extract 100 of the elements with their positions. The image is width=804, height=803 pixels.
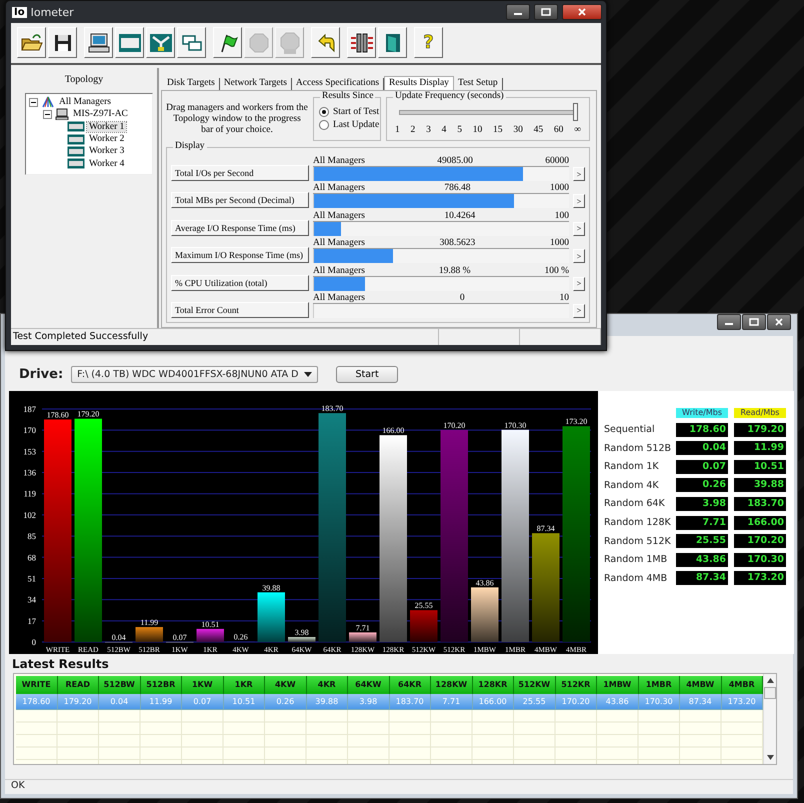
scroll-thumb[interactable] bbox=[764, 687, 776, 699]
vertical-scrollbar[interactable] bbox=[763, 674, 776, 764]
tree-item[interactable]: All Managers bbox=[57, 97, 113, 108]
table-cell: 43.86 bbox=[597, 694, 638, 710]
disk-drive-icon bbox=[67, 121, 85, 132]
table-cell: 3.98 bbox=[348, 694, 390, 710]
slider-tick-label: 45 bbox=[534, 125, 544, 135]
collapse-toggle-icon[interactable] bbox=[43, 110, 52, 119]
metric-button[interactable]: Maximum I/O Response Time (ms) bbox=[171, 247, 309, 264]
metric-button[interactable]: Average I/O Response Time (ms) bbox=[171, 220, 309, 236]
metric-button[interactable]: Total I/Os per Second bbox=[171, 165, 309, 181]
read-column-header: Read/Mbs bbox=[734, 408, 786, 418]
toolbar-button[interactable] bbox=[17, 27, 46, 58]
table-cell: 183.70 bbox=[390, 694, 431, 710]
minimize-button[interactable] bbox=[506, 4, 530, 20]
metric-value: 0 bbox=[460, 292, 465, 303]
computer-icon bbox=[88, 32, 110, 52]
write-value-display: 0.04 bbox=[676, 441, 728, 456]
close-button[interactable] bbox=[767, 314, 791, 330]
y-axis-tick-label: 0 bbox=[32, 637, 36, 647]
start-button[interactable]: Start bbox=[336, 366, 398, 382]
radio-option[interactable]: Start of Test bbox=[319, 107, 380, 117]
read-value-display: 173.20 bbox=[734, 571, 786, 586]
slider-thumb[interactable] bbox=[573, 103, 578, 121]
slider-tick-label: 2 bbox=[410, 125, 416, 135]
bar-value-label: 3.98 bbox=[294, 628, 309, 638]
expand-button[interactable]: > bbox=[573, 276, 585, 291]
table-cell: 178.60 bbox=[16, 694, 58, 710]
maximize-button[interactable] bbox=[742, 314, 766, 330]
metric-max: 100 % bbox=[544, 266, 569, 276]
toolbar-button[interactable] bbox=[347, 27, 376, 58]
table-cell: 179.20 bbox=[58, 694, 99, 710]
slider-tick-label: 10 bbox=[472, 125, 482, 135]
column-header: 4KR bbox=[306, 676, 348, 694]
tab[interactable]: Results Display bbox=[384, 76, 454, 90]
bar-value-label: 39.88 bbox=[262, 583, 280, 592]
metric-max: 1000 bbox=[550, 183, 569, 194]
toolbar-button[interactable] bbox=[213, 27, 242, 58]
status-text: Test Completed Successfully bbox=[11, 329, 439, 345]
bar-value-label: 0.07 bbox=[172, 632, 187, 642]
maximize-icon bbox=[541, 8, 551, 16]
expand-button[interactable]: > bbox=[573, 222, 585, 236]
tree-item[interactable]: Worker 1 bbox=[87, 122, 126, 132]
column-header: 1KW bbox=[182, 676, 224, 694]
metric-button[interactable]: Total Error Count bbox=[171, 302, 309, 318]
disk-drive-icon bbox=[67, 134, 85, 145]
disk-drive-icon bbox=[118, 32, 142, 52]
toolbar-button[interactable] bbox=[84, 27, 113, 58]
test-name-label: Random 1K bbox=[604, 461, 660, 472]
expand-button[interactable]: > bbox=[573, 194, 585, 208]
read-value-display: 39.88 bbox=[734, 478, 786, 492]
table-cell: 0.07 bbox=[182, 694, 224, 710]
metric-button[interactable]: Total MBs per Second (Decimal) bbox=[171, 192, 309, 208]
tree-item[interactable]: Worker 2 bbox=[87, 134, 126, 144]
slider-tick-label: 3 bbox=[426, 125, 431, 135]
toolbar-button[interactable] bbox=[48, 27, 77, 58]
manager-label: All Managers bbox=[313, 156, 365, 166]
column-header: 64KR bbox=[390, 676, 431, 694]
network-drive-icon bbox=[148, 32, 172, 52]
write-value-display: 25.55 bbox=[676, 534, 728, 548]
dropdown-caret-icon bbox=[304, 372, 312, 376]
close-button[interactable] bbox=[562, 4, 602, 20]
expand-button[interactable]: > bbox=[573, 304, 585, 318]
expand-button[interactable]: > bbox=[573, 167, 585, 181]
toolbar-button[interactable] bbox=[177, 27, 206, 58]
disk-drive-icon bbox=[67, 158, 85, 170]
metric-button[interactable]: % CPU Utilization (total) bbox=[171, 274, 309, 291]
maximize-button[interactable] bbox=[534, 4, 558, 20]
tree-item[interactable]: MIS-Z97I-AC bbox=[71, 109, 130, 120]
stop-icon bbox=[248, 32, 268, 52]
tree-item[interactable]: Worker 3 bbox=[87, 146, 126, 156]
expand-button[interactable]: > bbox=[573, 249, 585, 264]
collapse-toggle-icon[interactable] bbox=[29, 98, 38, 107]
write-value-display: 87.34 bbox=[676, 571, 728, 586]
tree-item[interactable]: Worker 4 bbox=[87, 158, 126, 169]
metric-max: 1000 bbox=[550, 238, 569, 248]
manager-label: All Managers bbox=[313, 210, 365, 221]
app-logo: Io bbox=[12, 6, 27, 18]
column-header: 512KR bbox=[556, 676, 597, 694]
column-header: 128KW bbox=[431, 676, 472, 694]
slider-tick-label: 5 bbox=[457, 125, 462, 135]
window-title: Iometer bbox=[30, 6, 74, 18]
slider-tick-label: 30 bbox=[513, 125, 523, 135]
write-value-display: 0.07 bbox=[676, 460, 728, 474]
minimize-button[interactable] bbox=[717, 314, 741, 330]
column-header: READ bbox=[58, 676, 99, 694]
drive-dropdown[interactable]: F:\ (4.0 TB) WDC WD4001FFSX-68JNUN0 ATA D bbox=[71, 366, 318, 382]
copy-windows-icon bbox=[180, 32, 202, 52]
read-value-display: 170.30 bbox=[734, 552, 786, 567]
slider-tick-label: 60 bbox=[554, 125, 564, 135]
toolbar-button[interactable] bbox=[311, 27, 340, 58]
bar-value-label: 0.04 bbox=[112, 632, 126, 642]
column-header: 4MBW bbox=[680, 676, 722, 694]
toolbar-button[interactable] bbox=[378, 27, 407, 58]
bar-value-label: 183.70 bbox=[321, 404, 344, 414]
disk-drive-icon bbox=[67, 146, 85, 157]
write-value-display: 0.26 bbox=[676, 478, 728, 492]
display-group-label: Display bbox=[173, 141, 207, 151]
bar-value-label: 179.20 bbox=[77, 410, 100, 419]
radio-option[interactable]: Last Update bbox=[319, 120, 380, 130]
